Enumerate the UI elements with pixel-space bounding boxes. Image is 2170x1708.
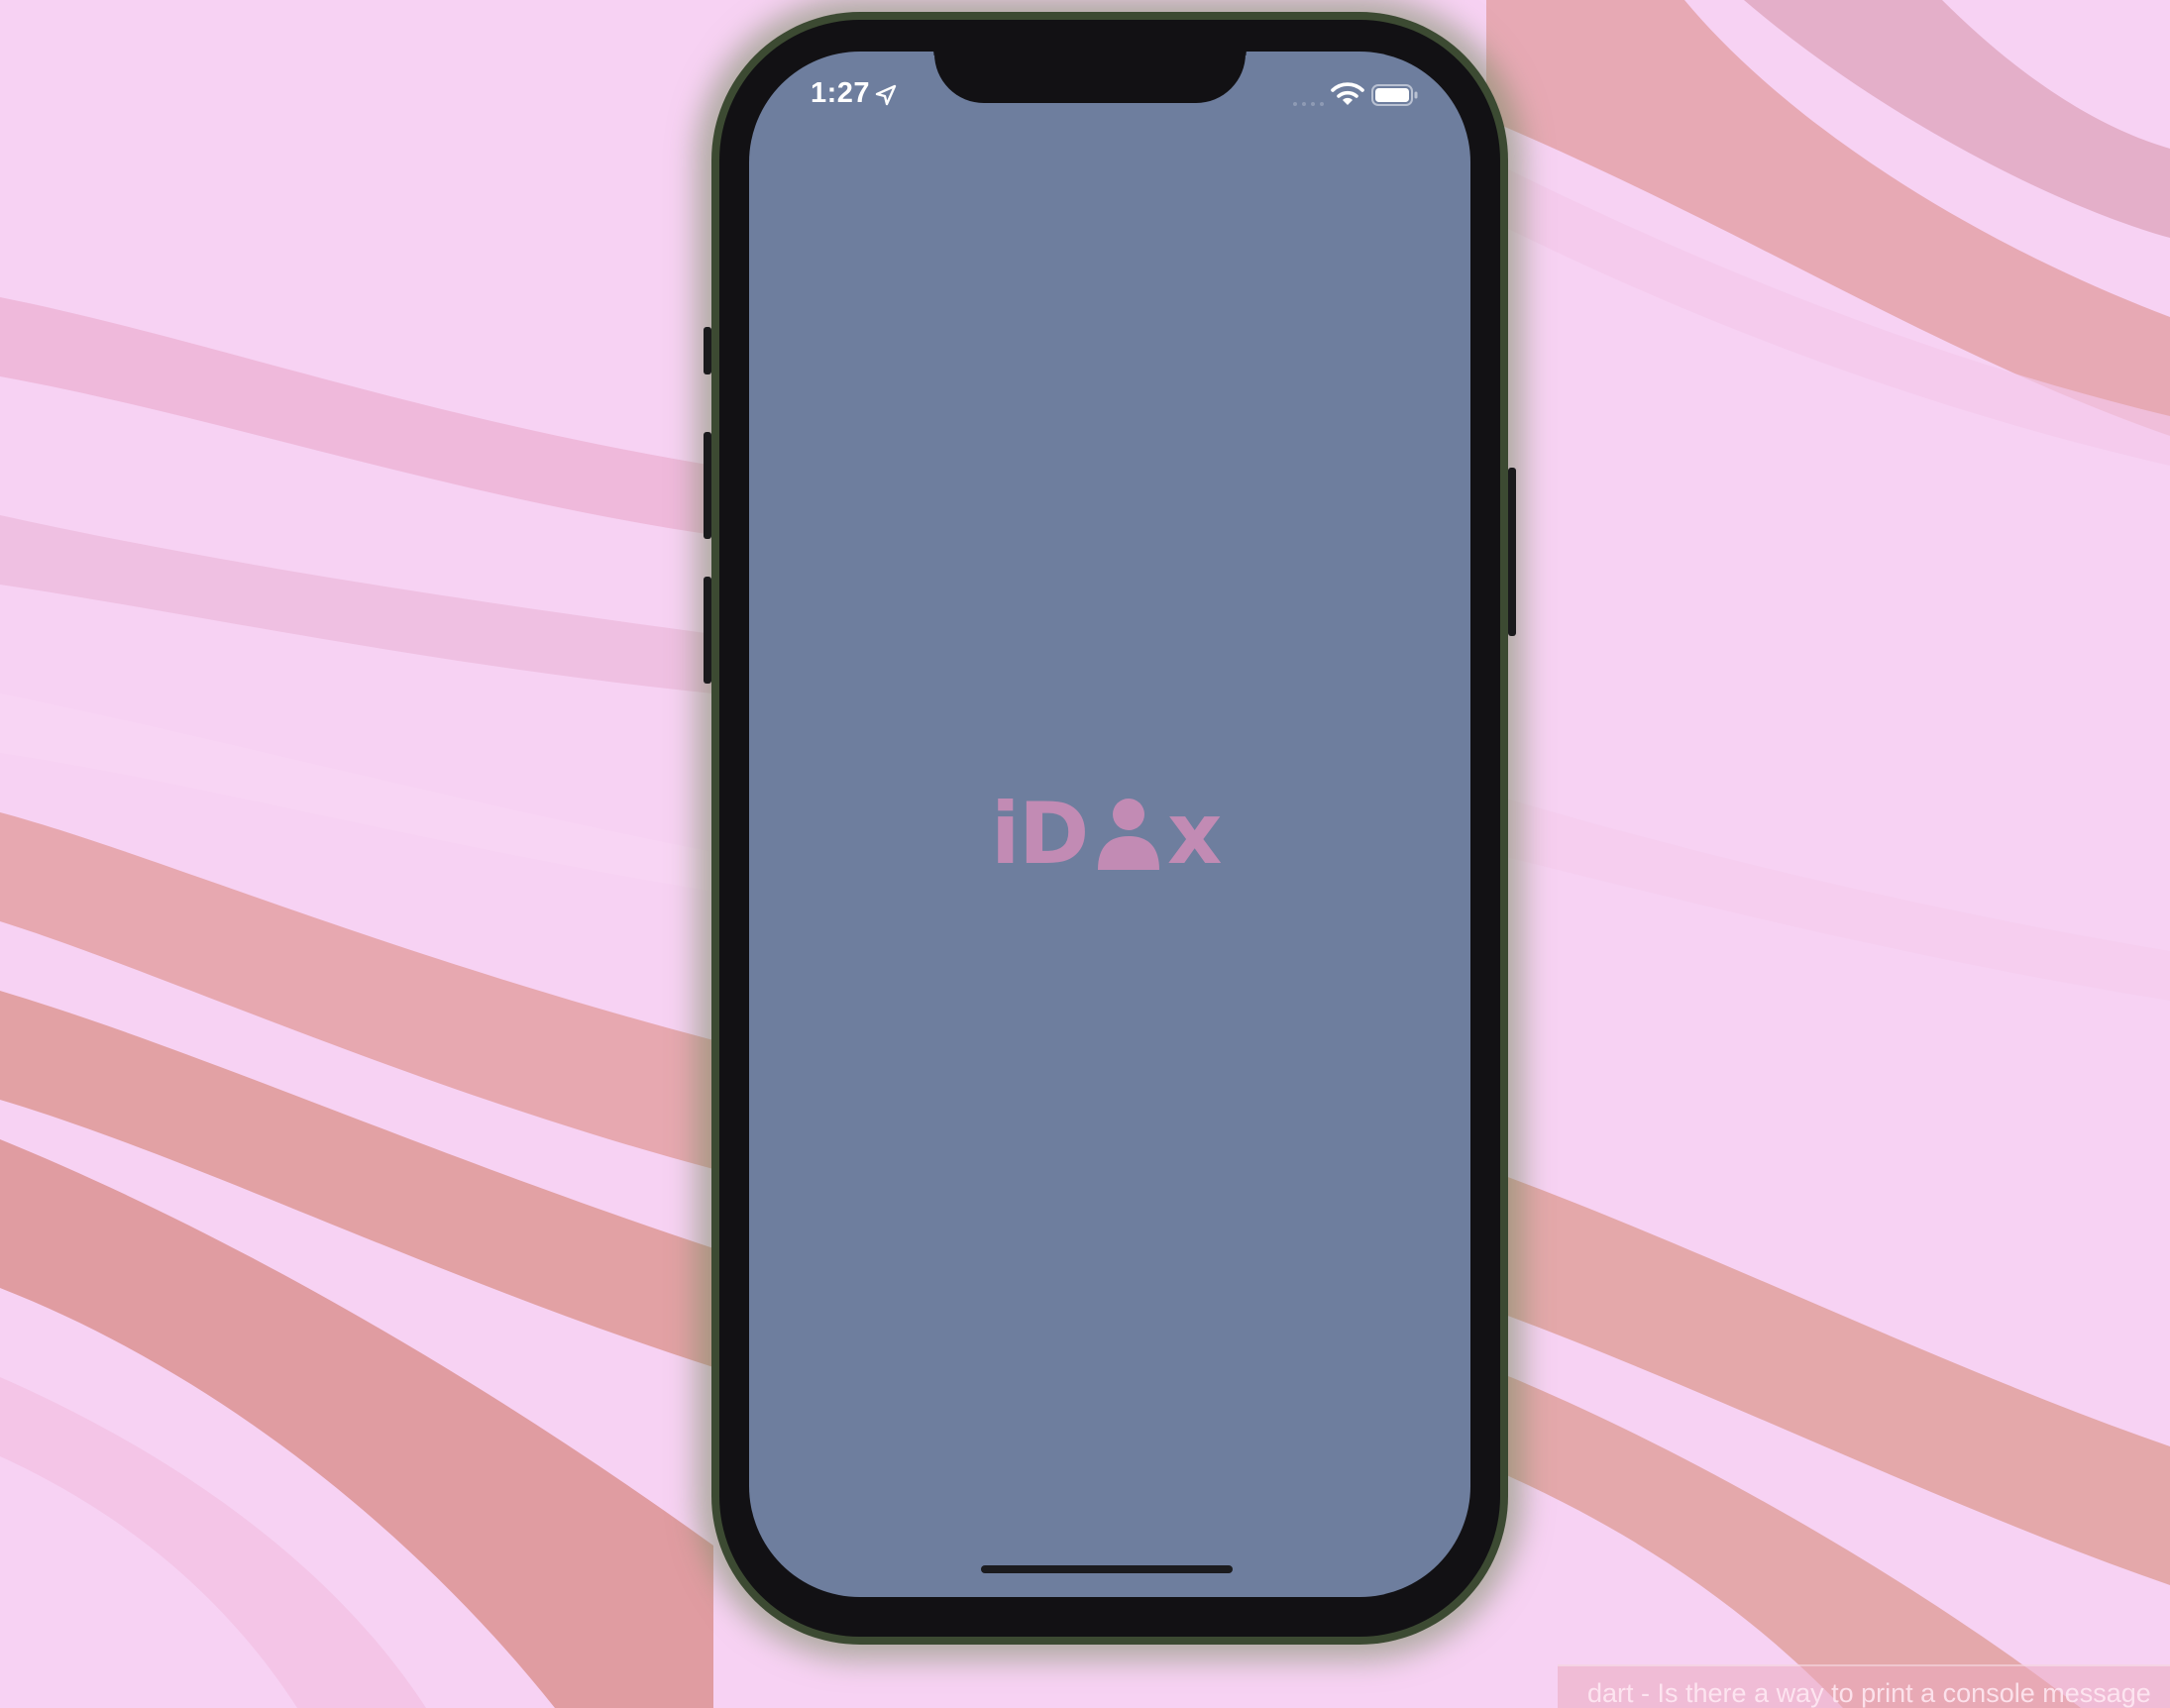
browser-tab-tooltip: dart - Is there a way to print a console… bbox=[1558, 1664, 2170, 1708]
phone-notch bbox=[915, 36, 1265, 103]
home-indicator[interactable] bbox=[981, 1565, 1233, 1573]
cellular-signal-icon bbox=[1293, 102, 1324, 106]
desktop-stage: 1:27 i D x dart - Is there a way to prin… bbox=[0, 0, 2170, 1708]
logo-letter-x: x bbox=[1167, 785, 1223, 884]
volume-down-button bbox=[704, 577, 711, 684]
tooltip-text: dart - Is there a way to print a console… bbox=[1587, 1678, 2151, 1708]
mute-switch bbox=[704, 327, 711, 374]
battery-icon bbox=[1371, 84, 1418, 106]
person-icon bbox=[1098, 799, 1159, 870]
logo-letter-d: D bbox=[1019, 785, 1090, 884]
idox-logo: i D x bbox=[989, 783, 1227, 886]
location-arrow-icon bbox=[875, 84, 897, 106]
status-bar-time: 1:27 bbox=[811, 77, 871, 109]
power-button bbox=[1508, 468, 1516, 636]
logo-letter-i: i bbox=[991, 785, 1021, 884]
wifi-icon bbox=[1331, 82, 1364, 105]
volume-up-button bbox=[704, 432, 711, 539]
